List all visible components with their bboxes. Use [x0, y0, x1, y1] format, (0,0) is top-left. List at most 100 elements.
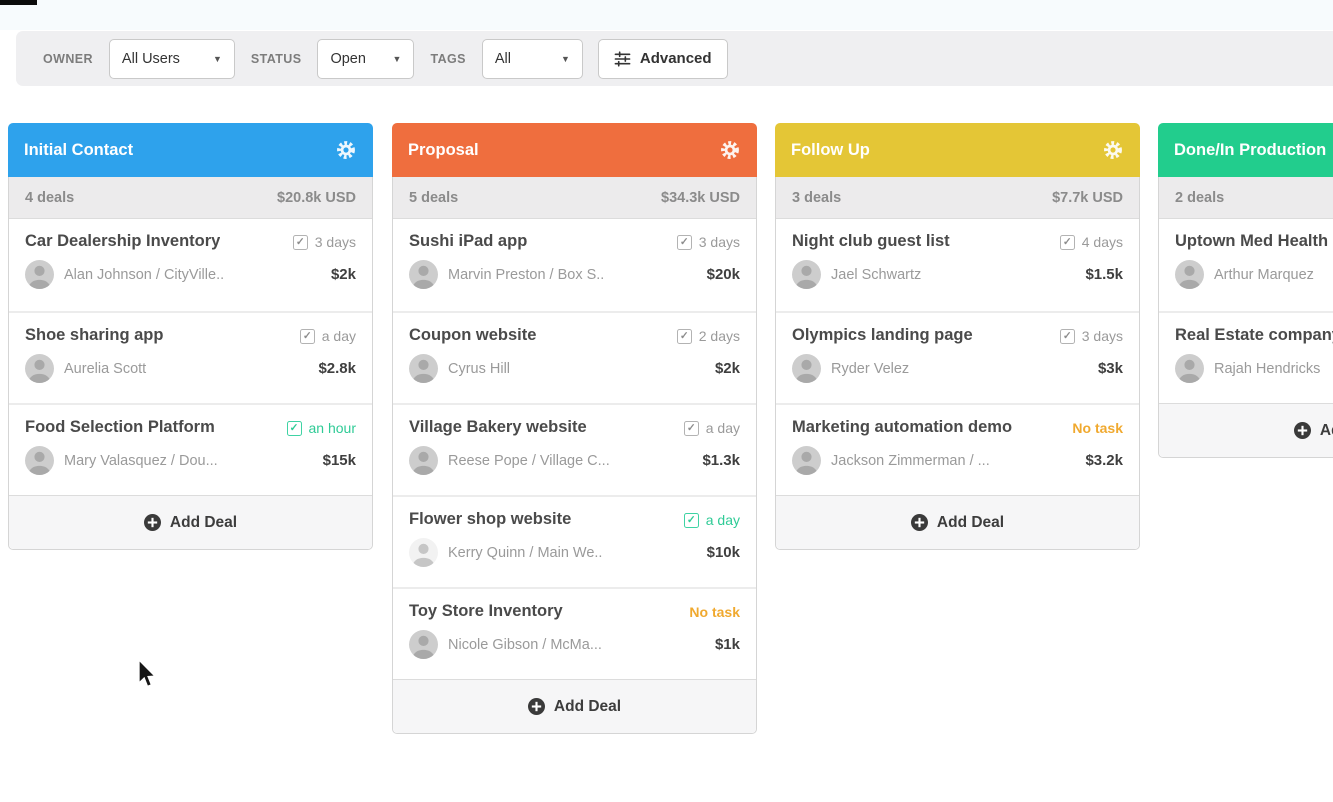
avatar [792, 446, 821, 475]
task-meta: No task [1072, 418, 1123, 436]
avatar [25, 354, 54, 383]
deal-value: $2k [331, 266, 356, 283]
deal-title: Sushi iPad app [409, 232, 527, 251]
column-title: Proposal [408, 141, 479, 160]
pipeline-column-initial-contact: Initial Contact 4 deals $20.8k USD Car D… [8, 123, 373, 550]
task-meta: ✓ 3 days [677, 232, 740, 250]
advanced-filters-button[interactable]: Advanced [598, 39, 728, 79]
deal-value: $1k [715, 636, 740, 653]
tags-dropdown[interactable]: All ▼ [482, 39, 583, 79]
deal-card[interactable]: Flower shop website ✓ a day Kerry Quinn … [393, 495, 756, 587]
deal-card[interactable]: Sushi iPad app ✓ 3 days Marvin Preston /… [393, 219, 756, 311]
avatar [792, 354, 821, 383]
status-dropdown-value: Open [330, 51, 365, 67]
deal-person: Ryder Velez [831, 361, 1090, 377]
mouse-cursor [136, 659, 158, 694]
avatar [1175, 260, 1204, 289]
column-header: Done/In Production [1158, 123, 1333, 177]
deal-card[interactable]: Marketing automation demo No task Jackso… [776, 403, 1139, 495]
column-body: 4 deals $20.8k USD Car Dealership Invent… [8, 177, 373, 550]
gear-icon[interactable] [1102, 139, 1124, 161]
pipeline-column-done-in-production: Done/In Production 2 deals Uptown Med He… [1158, 123, 1333, 458]
deal-value: $1.5k [1085, 266, 1123, 283]
deals-total: $7.7k USD [1052, 190, 1123, 206]
status-dropdown[interactable]: Open ▼ [317, 39, 414, 79]
task-checkbox-icon: ✓ [287, 421, 302, 436]
task-due-text: a day [706, 420, 740, 436]
column-title: Done/In Production [1174, 141, 1326, 160]
column-stats: 3 deals $7.7k USD [776, 177, 1139, 219]
column-body: 2 deals Uptown Med Health Arthur Marquez… [1158, 177, 1333, 458]
task-due-text: 3 days [1082, 328, 1123, 344]
deal-person: Rajah Hendricks [1214, 361, 1333, 377]
task-due-text: 2 days [699, 328, 740, 344]
deal-person: Cyrus Hill [448, 361, 707, 377]
deal-title: Car Dealership Inventory [25, 232, 220, 251]
avatar [409, 446, 438, 475]
task-checkbox-icon: ✓ [677, 329, 692, 344]
filter-bar: OWNER All Users ▼ STATUS Open ▼ TAGS All… [16, 31, 1333, 86]
column-stats: 5 deals $34.3k USD [393, 177, 756, 219]
deal-card[interactable]: Uptown Med Health Arthur Marquez [1159, 219, 1333, 311]
screen-artifact-bar [0, 0, 37, 5]
column-stats: 4 deals $20.8k USD [9, 177, 372, 219]
deal-card[interactable]: Real Estate company Rajah Hendricks [1159, 311, 1333, 403]
task-meta: ✓ 2 days [677, 326, 740, 344]
task-due-text: an hour [309, 420, 356, 436]
column-header: Follow Up [775, 123, 1140, 177]
deal-person: Kerry Quinn / Main We.. [448, 545, 699, 561]
add-deal-button[interactable]: Add Deal [776, 495, 1139, 549]
deal-card[interactable]: Toy Store Inventory No task Nicole Gibso… [393, 587, 756, 679]
deal-person: Marvin Preston / Box S.. [448, 267, 699, 283]
deal-value: $3.2k [1085, 452, 1123, 469]
plus-circle-icon [528, 698, 545, 715]
add-deal-button[interactable]: Add Deal [9, 495, 372, 549]
task-checkbox-icon: ✓ [684, 421, 699, 436]
deal-card[interactable]: Food Selection Platform ✓ an hour Mary V… [9, 403, 372, 495]
task-due-text: 4 days [1082, 234, 1123, 250]
column-header: Initial Contact [8, 123, 373, 177]
avatar [25, 446, 54, 475]
pipeline-column-follow-up: Follow Up 3 deals $7.7k USD Night club g… [775, 123, 1140, 550]
avatar [25, 260, 54, 289]
deal-card[interactable]: Coupon website ✓ 2 days Cyrus Hill $2k [393, 311, 756, 403]
add-deal-label: Add Deal [554, 698, 621, 716]
chevron-down-icon: ▼ [213, 54, 222, 64]
deal-card[interactable]: Night club guest list ✓ 4 days Jael Schw… [776, 219, 1139, 311]
task-meta: ✓ 4 days [1060, 232, 1123, 250]
tags-dropdown-value: All [495, 51, 511, 67]
task-due-text: 3 days [315, 234, 356, 250]
owner-dropdown[interactable]: All Users ▼ [109, 39, 235, 79]
task-checkbox-icon: ✓ [677, 235, 692, 250]
no-task-text: No task [1072, 420, 1123, 436]
deal-card[interactable]: Car Dealership Inventory ✓ 3 days Alan J… [9, 219, 372, 311]
deals-count: 5 deals [409, 190, 458, 206]
deals-total: $20.8k USD [277, 190, 356, 206]
task-checkbox-icon: ✓ [1060, 329, 1075, 344]
add-deal-label: Add Deal [1320, 422, 1333, 440]
deal-card[interactable]: Shoe sharing app ✓ a day Aurelia Scott $… [9, 311, 372, 403]
add-deal-button[interactable]: Add Deal [393, 679, 756, 733]
deals-total: $34.3k USD [661, 190, 740, 206]
deals-count: 4 deals [25, 190, 74, 206]
avatar [409, 538, 438, 567]
deal-person: Reese Pope / Village C... [448, 453, 694, 469]
deal-card[interactable]: Olympics landing page ✓ 3 days Ryder Vel… [776, 311, 1139, 403]
deal-card[interactable]: Village Bakery website ✓ a day Reese Pop… [393, 403, 756, 495]
column-body: 5 deals $34.3k USD Sushi iPad app ✓ 3 da… [392, 177, 757, 734]
column-stats: 2 deals [1159, 177, 1333, 219]
deal-title: Shoe sharing app [25, 326, 163, 345]
chevron-down-icon: ▼ [393, 54, 402, 64]
avatar [1175, 354, 1204, 383]
sliders-icon [614, 51, 631, 67]
deal-value: $10k [707, 544, 740, 561]
avatar [409, 354, 438, 383]
gear-icon[interactable] [335, 139, 357, 161]
deal-value: $15k [323, 452, 356, 469]
gear-icon[interactable] [719, 139, 741, 161]
tags-filter-label: TAGS [430, 52, 465, 66]
chevron-down-icon: ▼ [561, 54, 570, 64]
owner-filter-label: OWNER [43, 52, 93, 66]
add-deal-button[interactable]: Add Deal [1159, 403, 1333, 457]
task-checkbox-icon: ✓ [300, 329, 315, 344]
